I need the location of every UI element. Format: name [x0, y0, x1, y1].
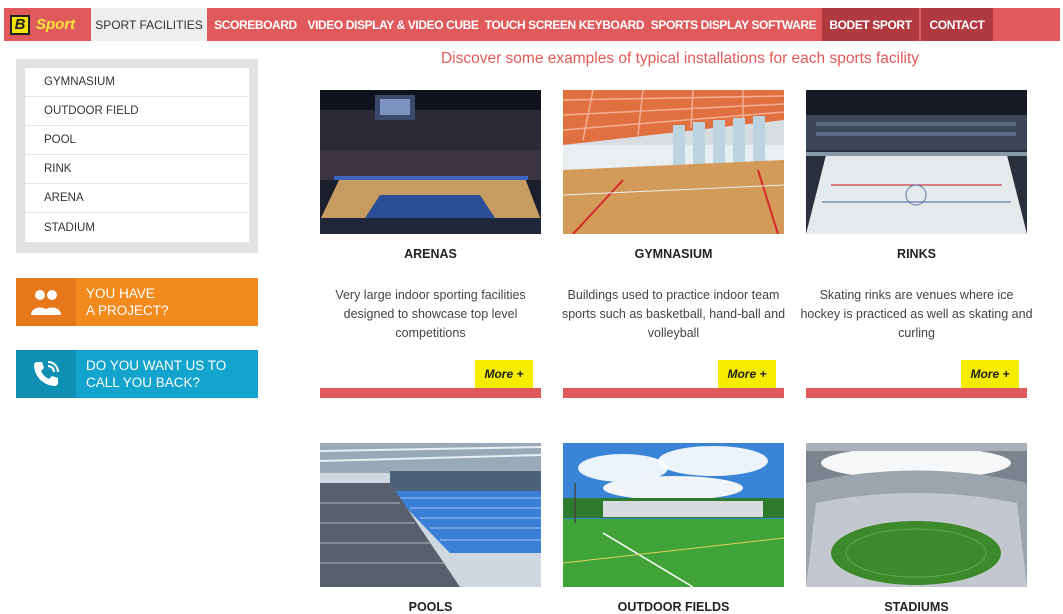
card-title: OUTDOOR FIELDS	[617, 600, 730, 614]
more-button[interactable]: More +	[718, 360, 776, 388]
project-cta-line2: A PROJECT?	[86, 303, 169, 318]
facility-card-arenas: ARENAS Very large indoor sporting facili…	[320, 90, 541, 400]
outdoor-field-photo[interactable]	[563, 443, 784, 587]
nav-item-video-display[interactable]: VIDEO DISPLAY & VIDEO CUBE	[304, 8, 482, 41]
sidebar-item-stadium[interactable]: STADIUM	[25, 213, 249, 242]
arena-photo[interactable]	[320, 90, 541, 234]
facility-card-pools: POOLS	[320, 443, 541, 614]
top-navigation: B Sport SPORT FACILITIES SCOREBOARD VIDE…	[4, 8, 1060, 41]
more-button[interactable]: More +	[475, 360, 533, 388]
rink-photo[interactable]	[806, 90, 1027, 234]
sidebar-item-gymnasium[interactable]: GYMNASIUM	[25, 68, 249, 97]
card-description: Very large indoor sporting facilities de…	[335, 288, 526, 340]
project-cta-line1: YOU HAVE	[86, 286, 155, 301]
pool-photo[interactable]	[320, 443, 541, 587]
card-bottom-bar	[320, 388, 541, 398]
stadium-photo[interactable]	[806, 443, 1027, 587]
nav-item-sports-display-software[interactable]: SPORTS DISPLAY SOFTWARE	[647, 8, 820, 41]
sidebar-item-outdoor-field[interactable]: OUTDOOR FIELD	[25, 97, 249, 126]
page-headline: Discover some examples of typical instal…	[440, 50, 920, 67]
callback-cta-button[interactable]: DO YOU WANT US TO CALL YOU BACK?	[16, 350, 258, 398]
facility-card-gymnasium: GYMNASIUM Buildings used to practice ind…	[562, 90, 785, 400]
nav-item-bodet-sport[interactable]: BODET SPORT	[822, 8, 919, 41]
card-description: Buildings used to practice indoor team s…	[561, 288, 786, 340]
phone-icon	[16, 350, 76, 398]
card-title: RINKS	[897, 247, 936, 261]
nav-item-sport-facilities[interactable]: SPORT FACILITIES	[91, 8, 207, 41]
project-cta-button[interactable]: YOU HAVE A PROJECT?	[16, 278, 258, 326]
more-button[interactable]: More +	[961, 360, 1019, 388]
facility-card-stadiums: STADIUMS	[806, 443, 1027, 614]
card-title: ARENAS	[404, 247, 457, 261]
nav-item-contact[interactable]: CONTACT	[921, 8, 993, 41]
facility-card-outdoor-fields: OUTDOOR FIELDS	[563, 443, 784, 614]
card-title: STADIUMS	[884, 600, 949, 614]
callback-cta-line2: CALL YOU BACK?	[86, 375, 201, 390]
callback-cta-line1: DO YOU WANT US TO	[86, 358, 227, 373]
card-title: GYMNASIUM	[634, 247, 713, 261]
sidebar-item-rink[interactable]: RINK	[25, 155, 249, 184]
card-description: Skating rinks are venues where ice hocke…	[800, 288, 1033, 340]
nav-item-touch-screen-keyboard[interactable]: TOUCH SCREEN KEYBOARD	[484, 8, 645, 41]
facility-card-rinks: RINKS Skating rinks are venues where ice…	[800, 90, 1033, 400]
people-icon	[16, 278, 76, 326]
card-bottom-bar	[563, 388, 784, 398]
logo-text: Sport	[36, 16, 76, 33]
sidebar-item-arena[interactable]: ARENA	[25, 184, 249, 213]
card-bottom-bar	[806, 388, 1027, 398]
facility-sidebar: GYMNASIUM OUTDOOR FIELD POOL RINK ARENA …	[16, 59, 258, 253]
nav-item-scoreboard[interactable]: SCOREBOARD	[209, 8, 302, 41]
sidebar-item-pool[interactable]: POOL	[25, 126, 249, 155]
bodet-sport-logo[interactable]: B Sport	[10, 8, 75, 41]
logo-letter: B	[10, 14, 30, 35]
gymnasium-photo[interactable]	[563, 90, 784, 234]
card-title: POOLS	[408, 600, 453, 614]
